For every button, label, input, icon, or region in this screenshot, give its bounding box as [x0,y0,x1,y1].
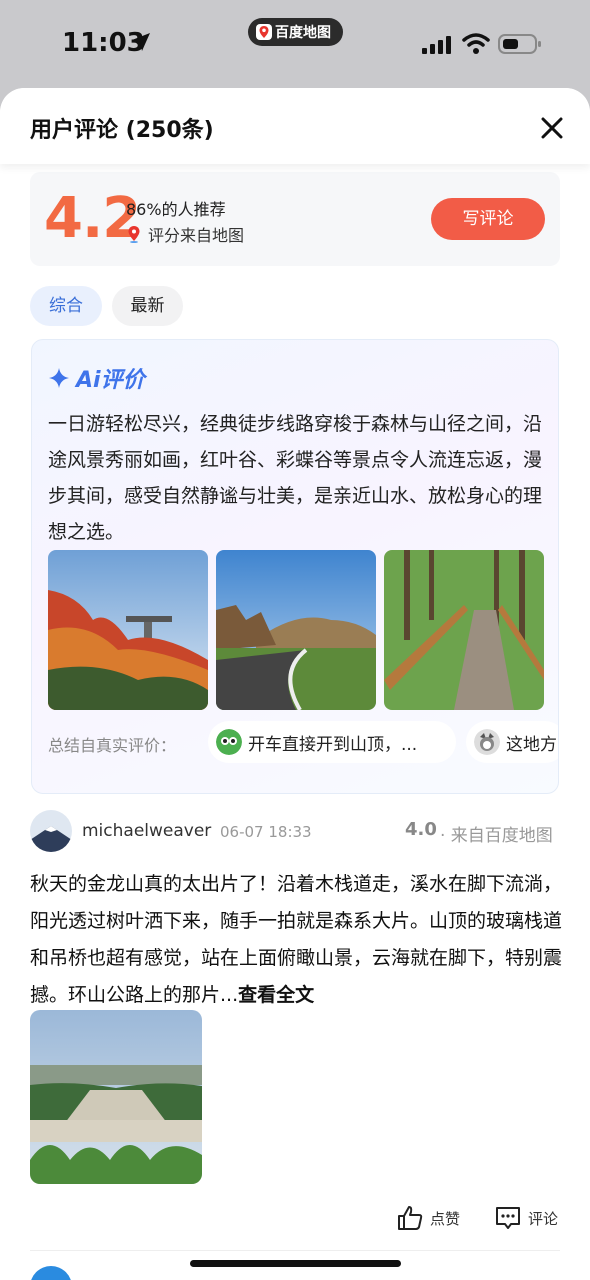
review-username[interactable]: michaelweaver [82,821,211,841]
review-score: 4.0 [405,819,437,840]
user-avatar-icon [474,729,500,755]
app-pill-label: 百度地图 [275,25,331,41]
sparkle-icon [49,368,69,388]
battery-icon [498,34,541,54]
comment-icon [496,1207,520,1229]
view-full-text-link[interactable]: 查看全文 [238,984,314,1006]
review-source: · 来自百度地图 [440,826,553,846]
comment-label: 评论 [528,1209,559,1228]
ai-photo-mountain-road[interactable] [216,550,376,710]
thumbs-up-icon [398,1206,423,1230]
avatar[interactable] [30,810,72,852]
map-pin-icon [128,226,140,243]
app-pill[interactable]: 百度地图 [248,18,343,46]
ai-photo-autumn-tower[interactable] [48,550,208,710]
tab-comprehensive[interactable]: 综合 [30,286,102,326]
map-pin-icon [256,24,272,40]
close-icon[interactable] [538,114,566,142]
summary-chip-text: 开车直接开到山顶，... [248,734,418,755]
recommend-text: 86%的人推荐 [126,200,226,219]
home-indicator [190,1260,401,1267]
cellular-signal-icon [422,36,451,54]
ai-title: Ai评价 [76,368,145,393]
rating-card: 4.2 86%的人推荐 评分来自地图 写评论 [30,172,560,266]
summary-chip[interactable]: 这地方 [466,721,558,763]
ai-header: Ai评价 [48,362,145,394]
summary-chip[interactable]: 开车直接开到山顶，... [208,721,456,763]
review-time: 06-07 18:33 [220,823,312,841]
write-review-button[interactable]: 写评论 [431,198,545,240]
like-label: 点赞 [430,1209,461,1228]
sheet-title: 用户评论 (250条) [30,118,214,143]
divider [30,1250,560,1251]
summary-chip-text: 这地方 [506,734,557,755]
review-photo[interactable] [30,1010,202,1184]
ai-review-card: Ai评价 一日游轻松尽兴，经典徒步线路穿梭于森林与山径之间，沿途风景秀丽如画，红… [31,339,559,794]
wifi-icon [462,33,490,54]
ai-photo-boardwalk[interactable] [384,550,544,710]
like-button[interactable]: 点赞 [396,1204,460,1232]
location-arrow-icon [132,33,150,51]
review-text: 秋天的金龙山真的太出片了！沿着木栈道走，溪水在脚下流淌，阳光透过树叶洒下来，随手… [30,866,564,1014]
avatar[interactable] [30,1266,72,1280]
ai-summary-text: 一日游轻松尽兴，经典徒步线路穿梭于森林与山径之间，沿途风景秀丽如画，红叶谷、彩蝶… [48,413,543,543]
comments-sheet: 用户评论 (250条) 4.2 86%的人推荐 评分来自地图 写评论 综合 最新… [0,88,590,1280]
tab-latest[interactable]: 最新 [112,286,183,326]
summary-label: 总结自真实评价： [48,736,177,755]
sheet-header: 用户评论 (250条) [0,88,590,164]
user-avatar-icon [216,729,242,755]
rating-source: 评分来自地图 [126,222,244,246]
rating-source-label: 评分来自地图 [148,226,245,245]
comment-button[interactable]: 评论 [494,1204,558,1232]
